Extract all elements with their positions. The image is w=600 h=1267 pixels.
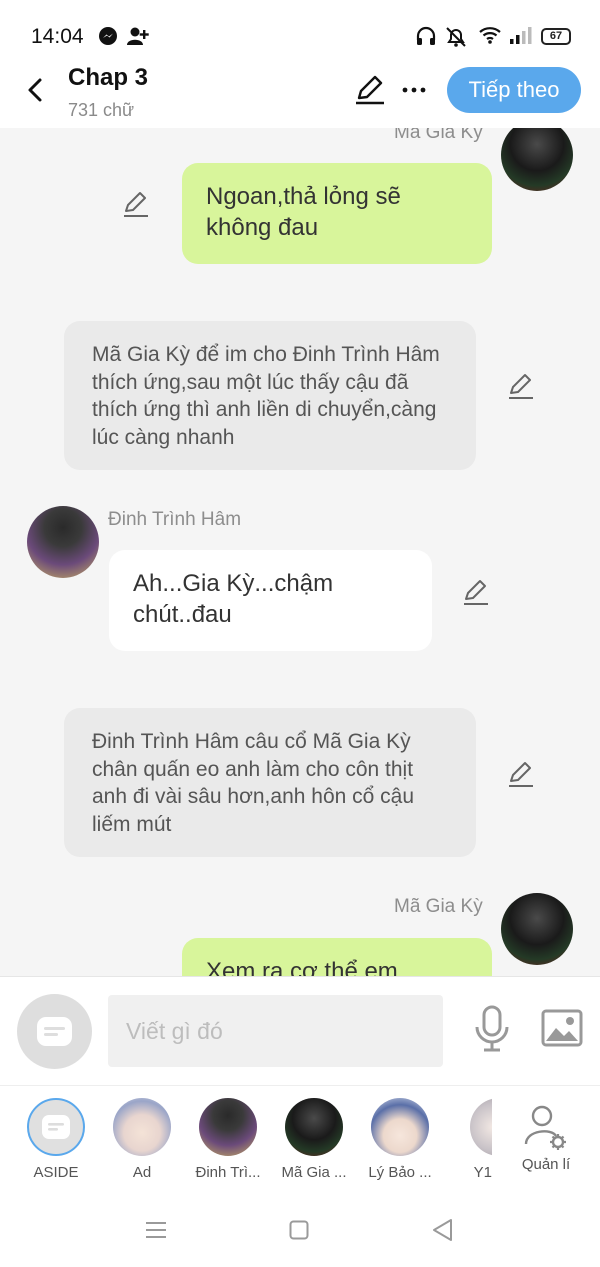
mute-icon bbox=[446, 27, 466, 47]
character-ad[interactable]: Ad bbox=[102, 1098, 182, 1181]
character-ma-gia-ky[interactable]: Mã Gia ... bbox=[274, 1098, 354, 1181]
system-nav-bar bbox=[0, 1185, 600, 1267]
add-user-icon bbox=[127, 27, 149, 45]
back-arrow-icon[interactable] bbox=[22, 74, 50, 106]
character-label: Mã Gia ... bbox=[281, 1164, 347, 1181]
edit-message-icon[interactable] bbox=[122, 190, 150, 218]
sender-name: Đinh Trình Hâm bbox=[108, 509, 242, 530]
manage-user-icon bbox=[524, 1105, 566, 1150]
character-label: Lý Bảo ... bbox=[368, 1164, 432, 1181]
status-bar: 14:04 67 bbox=[0, 0, 600, 60]
aside-toggle-button[interactable] bbox=[17, 994, 92, 1069]
character-y1[interactable]: Y1 bbox=[446, 1098, 492, 1181]
avatar-dinh-trinh-ham[interactable] bbox=[27, 506, 99, 578]
back-nav-icon[interactable] bbox=[431, 1218, 453, 1242]
more-options-icon[interactable] bbox=[400, 74, 428, 106]
avatar-ly-bao bbox=[371, 1098, 429, 1156]
microphone-icon[interactable] bbox=[472, 1005, 512, 1053]
character-label: ASIDE bbox=[33, 1164, 79, 1181]
messenger-icon bbox=[99, 27, 117, 45]
character-label: Y1 bbox=[473, 1164, 492, 1181]
image-icon[interactable] bbox=[541, 1009, 583, 1047]
signal-icon bbox=[510, 27, 532, 44]
headphones-icon bbox=[416, 26, 436, 45]
avatar-y1 bbox=[470, 1098, 492, 1156]
home-icon[interactable] bbox=[289, 1220, 309, 1240]
aside-icon bbox=[37, 1017, 72, 1046]
avatar-dinh-trinh-ham bbox=[199, 1098, 257, 1156]
next-button[interactable]: Tiếp theo bbox=[447, 67, 581, 113]
avatar-ma-gia-ky bbox=[285, 1098, 343, 1156]
avatar-ma-gia-ky[interactable] bbox=[501, 128, 573, 191]
character-selector: ASIDE Ad Đinh Trì... Mã Gia ... Lý Bảo .… bbox=[0, 1085, 600, 1185]
page-title: Chap 3 bbox=[68, 64, 149, 91]
sender-name: Mã Gia Kỳ bbox=[394, 896, 483, 917]
character-ly-bao[interactable]: Lý Bảo ... bbox=[360, 1098, 440, 1181]
message-input[interactable] bbox=[108, 995, 443, 1067]
character-label: Quản lí bbox=[521, 1156, 571, 1173]
top-bar: Chap 3 731 chữ Tiếp theo bbox=[0, 60, 600, 128]
narration-bubble[interactable]: Mã Gia Kỳ để im cho Đinh Trình Hâm thích… bbox=[64, 321, 476, 470]
aside-icon bbox=[27, 1098, 85, 1156]
edit-pencil-icon[interactable] bbox=[354, 74, 386, 106]
chat-area[interactable]: Mã Gia Kỳ Ngoan,thả lỏng sẽ không đau Mã… bbox=[0, 128, 600, 976]
sender-name: Mã Gia Kỳ bbox=[394, 128, 483, 143]
compose-bar bbox=[0, 976, 600, 1085]
menu-icon[interactable] bbox=[145, 1221, 167, 1239]
word-count: 731 chữ bbox=[68, 100, 135, 120]
narration-bubble[interactable]: Đinh Trình Hâm câu cổ Mã Gia Kỳ chân quấ… bbox=[64, 708, 476, 857]
battery-indicator: 67 bbox=[541, 28, 571, 45]
message-bubble[interactable]: Xem ra cơ thể em bbox=[182, 938, 492, 976]
edit-message-icon[interactable] bbox=[507, 760, 535, 788]
message-bubble[interactable]: Ngoan,thả lỏng sẽ không đau bbox=[182, 163, 492, 264]
edit-message-icon[interactable] bbox=[507, 372, 535, 400]
character-dinh-trinh-ham[interactable]: Đinh Trì... bbox=[188, 1098, 268, 1181]
edit-message-icon[interactable] bbox=[462, 578, 490, 606]
character-label: Ad bbox=[132, 1164, 152, 1181]
avatar-ma-gia-ky[interactable] bbox=[501, 893, 573, 965]
character-aside[interactable]: ASIDE bbox=[16, 1098, 96, 1181]
status-time: 14:04 bbox=[31, 25, 84, 48]
wifi-icon bbox=[479, 27, 501, 44]
manage-characters-button[interactable]: Quản lí bbox=[506, 1098, 586, 1173]
message-bubble[interactable]: Ah...Gia Kỳ...chậm chút..đau bbox=[109, 550, 432, 651]
avatar-ad bbox=[113, 1098, 171, 1156]
character-label: Đinh Trì... bbox=[195, 1164, 261, 1181]
